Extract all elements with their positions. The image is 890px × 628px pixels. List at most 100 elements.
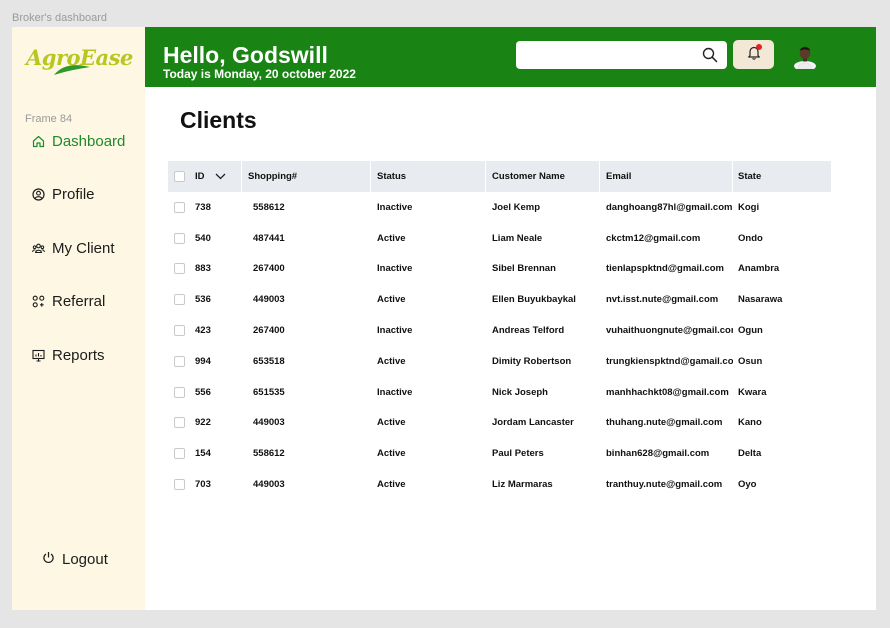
cell-id: 994 [195,355,211,367]
cell-shopping: 449003 [253,417,285,429]
row-checkbox[interactable] [174,263,185,275]
row-checkbox-cell [168,386,190,398]
cell-shopping: 558612 [253,448,285,460]
search-icon[interactable] [702,47,718,68]
table-row[interactable]: 922 449003 Active Jordam Lancaster thuhang.n… [168,408,831,439]
sidebar-item-profile[interactable]: Profile [32,186,95,203]
sidebar-item-label: Profile [52,186,95,203]
row-checkbox-cell [168,325,190,337]
search-input[interactable] [516,41,696,69]
table-row[interactable]: 556 651535 Inactive Nick Joseph manhhachkt08… [168,377,831,408]
search-box [516,41,727,69]
row-checkbox-cell [168,232,190,244]
table-row[interactable]: 540 487441 Active Liam Neale ckctm12@gmail.c… [168,223,831,254]
logout-button[interactable]: Logout [42,551,108,568]
cell-email: manhhachkt08@gmail.com [606,386,729,398]
sidebar-item-label: Reports [52,347,105,364]
cell-customer-name: Ellen Buyukbaykal [492,294,576,306]
cell-status: Inactive [377,386,413,398]
table-row[interactable]: 883 267400 Inactive Sibel Brennan tienlapspk… [168,254,831,285]
table-row[interactable]: 738 558612 Inactive Joel Kemp danghoang87hl@… [168,192,831,223]
table-row[interactable]: 536 449003 Active Ellen Buyukbaykal nvt.isst… [168,284,831,315]
sidebar-item-label: Referral [52,293,106,310]
row-checkbox-cell [168,294,190,306]
column-header-state: State [738,171,762,182]
select-all-checkbox[interactable] [174,171,185,182]
cell-status: Active [377,294,406,306]
cell-shopping: 267400 [253,325,285,337]
cell-shopping: 653518 [253,355,285,367]
table-body: 738 558612 Inactive Joel Kemp danghoang87hl@… [168,192,831,500]
column-header-shopping: Shopping# [242,161,371,192]
sidebar-item-dashboard[interactable]: Dashboard [32,133,125,150]
sidebar-item-reports[interactable]: Reports [32,347,105,364]
cell-id: 423 [195,325,211,337]
column-header-email: Email [600,161,733,192]
row-checkbox[interactable] [174,325,185,337]
cell-shopping: 558612 [253,201,285,213]
cell-state: Nasarawa [738,294,783,306]
greeting: Hello, Godswill [163,42,328,68]
cell-shopping: 651535 [253,386,285,398]
notification-button[interactable] [733,40,774,69]
cell-id: 738 [195,201,211,213]
row-checkbox-cell [168,479,190,491]
column-header-customer-name: Customer Name [486,161,600,192]
cell-shopping: 267400 [253,263,285,275]
table-row[interactable]: 994 653518 Active Dimity Robertson trungkien… [168,346,831,377]
user-circle-icon [32,188,45,201]
cell-status: Active [377,479,406,491]
table-row[interactable]: 423 267400 Inactive Andreas Telford vuhaithu… [168,315,831,346]
cell-id: 883 [195,263,211,275]
frame-caption: Broker's dashboard [12,12,108,24]
table-row[interactable]: 154 558612 Active Paul Peters binhan628@gmai… [168,438,831,469]
sidebar-item-label: Dashboard [52,133,126,150]
sidebar-item-referral[interactable]: Referral [32,293,105,310]
cell-status: Inactive [377,201,413,213]
row-checkbox[interactable] [174,417,185,429]
cell-status: Active [377,232,406,244]
row-checkbox[interactable] [174,232,185,244]
cell-state: Kwara [738,386,767,398]
logo: AgroEase [26,43,134,75]
column-header-id[interactable]: ID [190,161,242,192]
cell-email: tranthuy.nute@gmail.com [606,479,723,491]
row-checkbox-cell [168,355,190,367]
cell-id: 922 [195,417,211,429]
sidebar-item-label: My Client [52,240,115,257]
cell-state: Ogun [738,325,763,337]
cell-id: 154 [195,448,211,460]
cell-id: 536 [195,294,211,306]
cell-shopping: 487441 [253,232,285,244]
sidebar-item-my-client[interactable]: My Client [32,240,115,257]
date-line: Today is Monday, 20 october 2022 [163,67,356,81]
sidebar: AgroEase Frame 84 Dashboard Profile My C… [12,27,145,610]
row-checkbox[interactable] [174,294,185,306]
cell-email: thuhang.nute@gmail.com [606,417,723,429]
row-checkbox-cell [168,201,190,213]
table-row[interactable]: 703 449003 Active Liz Marmaras tranthuy.nute… [168,469,831,500]
cell-shopping: 449003 [253,479,285,491]
cell-customer-name: Nick Joseph [492,386,548,398]
row-checkbox-cell [168,448,190,460]
row-checkbox[interactable] [174,201,185,213]
cell-customer-name: Jordam Lancaster [492,417,574,429]
cell-email: danghoang87hl@gmail.com [606,201,733,213]
cell-customer-name: Liz Marmaras [492,479,553,491]
avatar[interactable] [793,43,817,71]
cell-status: Active [377,355,406,367]
chevron-down-icon[interactable] [215,173,226,180]
cell-customer-name: Joel Kemp [492,201,541,213]
cell-id: 556 [195,386,211,398]
grid-icon [32,295,45,308]
cell-status: Active [377,417,406,429]
row-checkbox[interactable] [174,448,185,460]
row-checkbox[interactable] [174,479,185,491]
cell-email: vuhaithuongnute@gmail.com [606,325,733,337]
row-checkbox[interactable] [174,355,185,367]
row-checkbox[interactable] [174,386,185,398]
cell-state: Ondo [738,232,763,244]
cell-state: Anambra [738,263,780,275]
app-window: AgroEase Frame 84 Dashboard Profile My C… [12,27,876,610]
cell-email: ckctm12@gmail.com [606,232,701,244]
